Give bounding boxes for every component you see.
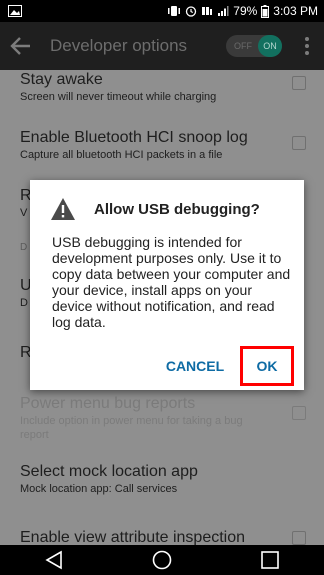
setting-power-menu-bug-reports[interactable]: Power menu bug reports Include option in… xyxy=(0,394,324,442)
signal-icon xyxy=(217,5,229,17)
warning-icon xyxy=(50,197,76,221)
setting-stay-awake[interactable]: Stay awake Screen will never timeout whi… xyxy=(0,70,324,104)
setting-title: Select mock location app xyxy=(20,463,198,480)
setting-subtitle: Mock location app: Call services xyxy=(20,483,178,495)
back-nav-icon[interactable] xyxy=(39,547,69,573)
section-header: D xyxy=(20,242,28,253)
action-bar: Developer options OFF ON xyxy=(0,22,324,70)
dialog-message: USB debugging is intended for developmen… xyxy=(52,234,291,330)
dialog-title: Allow USB debugging? xyxy=(94,200,260,218)
cancel-button[interactable]: CANCEL xyxy=(164,352,226,380)
ok-button[interactable]: OK xyxy=(240,346,294,386)
clock: 3:03 PM xyxy=(273,4,318,18)
setting-subtitle: Include option in power menu for taking … xyxy=(20,415,243,441)
battery-icon xyxy=(261,4,270,18)
home-nav-icon[interactable] xyxy=(147,547,177,573)
setting-title: Power menu bug reports xyxy=(20,395,196,412)
setting-title: Enable Bluetooth HCI snoop log xyxy=(20,129,248,146)
status-bar: 79% 3:03 PM xyxy=(0,0,324,22)
power-menu-checkbox[interactable] xyxy=(292,406,306,420)
dialog-header: Allow USB debugging? xyxy=(50,194,260,224)
usb-debugging-dialog: Allow USB debugging? USB debugging is in… xyxy=(30,180,304,390)
alarm-icon xyxy=(185,5,197,17)
toggle-on-knob: ON xyxy=(258,35,282,57)
gallery-notification-icon xyxy=(8,5,22,17)
navigation-bar xyxy=(0,545,324,575)
overflow-menu-icon[interactable] xyxy=(300,37,314,55)
setting-title: Stay awake xyxy=(20,71,103,88)
battery-percent: 79% xyxy=(233,4,258,18)
developer-options-toggle[interactable]: OFF ON xyxy=(226,35,282,57)
setting-subtitle: Capture all bluetooth HCI packets in a f… xyxy=(20,149,223,161)
bluetooth-hci-checkbox[interactable] xyxy=(292,136,306,150)
vibrate-icon xyxy=(167,5,181,17)
stay-awake-checkbox[interactable] xyxy=(292,76,306,90)
view-attribute-checkbox[interactable] xyxy=(292,531,306,545)
network-icon xyxy=(201,5,213,17)
setting-subtitle: Screen will never timeout while charging xyxy=(20,91,217,103)
recents-nav-icon[interactable] xyxy=(255,547,285,573)
setting-select-mock-location-app[interactable]: Select mock location app Mock location a… xyxy=(0,462,324,496)
phone-screen: 79% 3:03 PM Developer options OFF ON Sta… xyxy=(0,0,324,575)
setting-bluetooth-hci-snoop[interactable]: Enable Bluetooth HCI snoop log Capture a… xyxy=(0,128,324,162)
back-arrow-icon[interactable] xyxy=(10,33,36,59)
toggle-off-label: OFF xyxy=(234,41,252,51)
dialog-actions: CANCEL OK xyxy=(30,342,304,390)
page-title: Developer options xyxy=(50,36,188,55)
